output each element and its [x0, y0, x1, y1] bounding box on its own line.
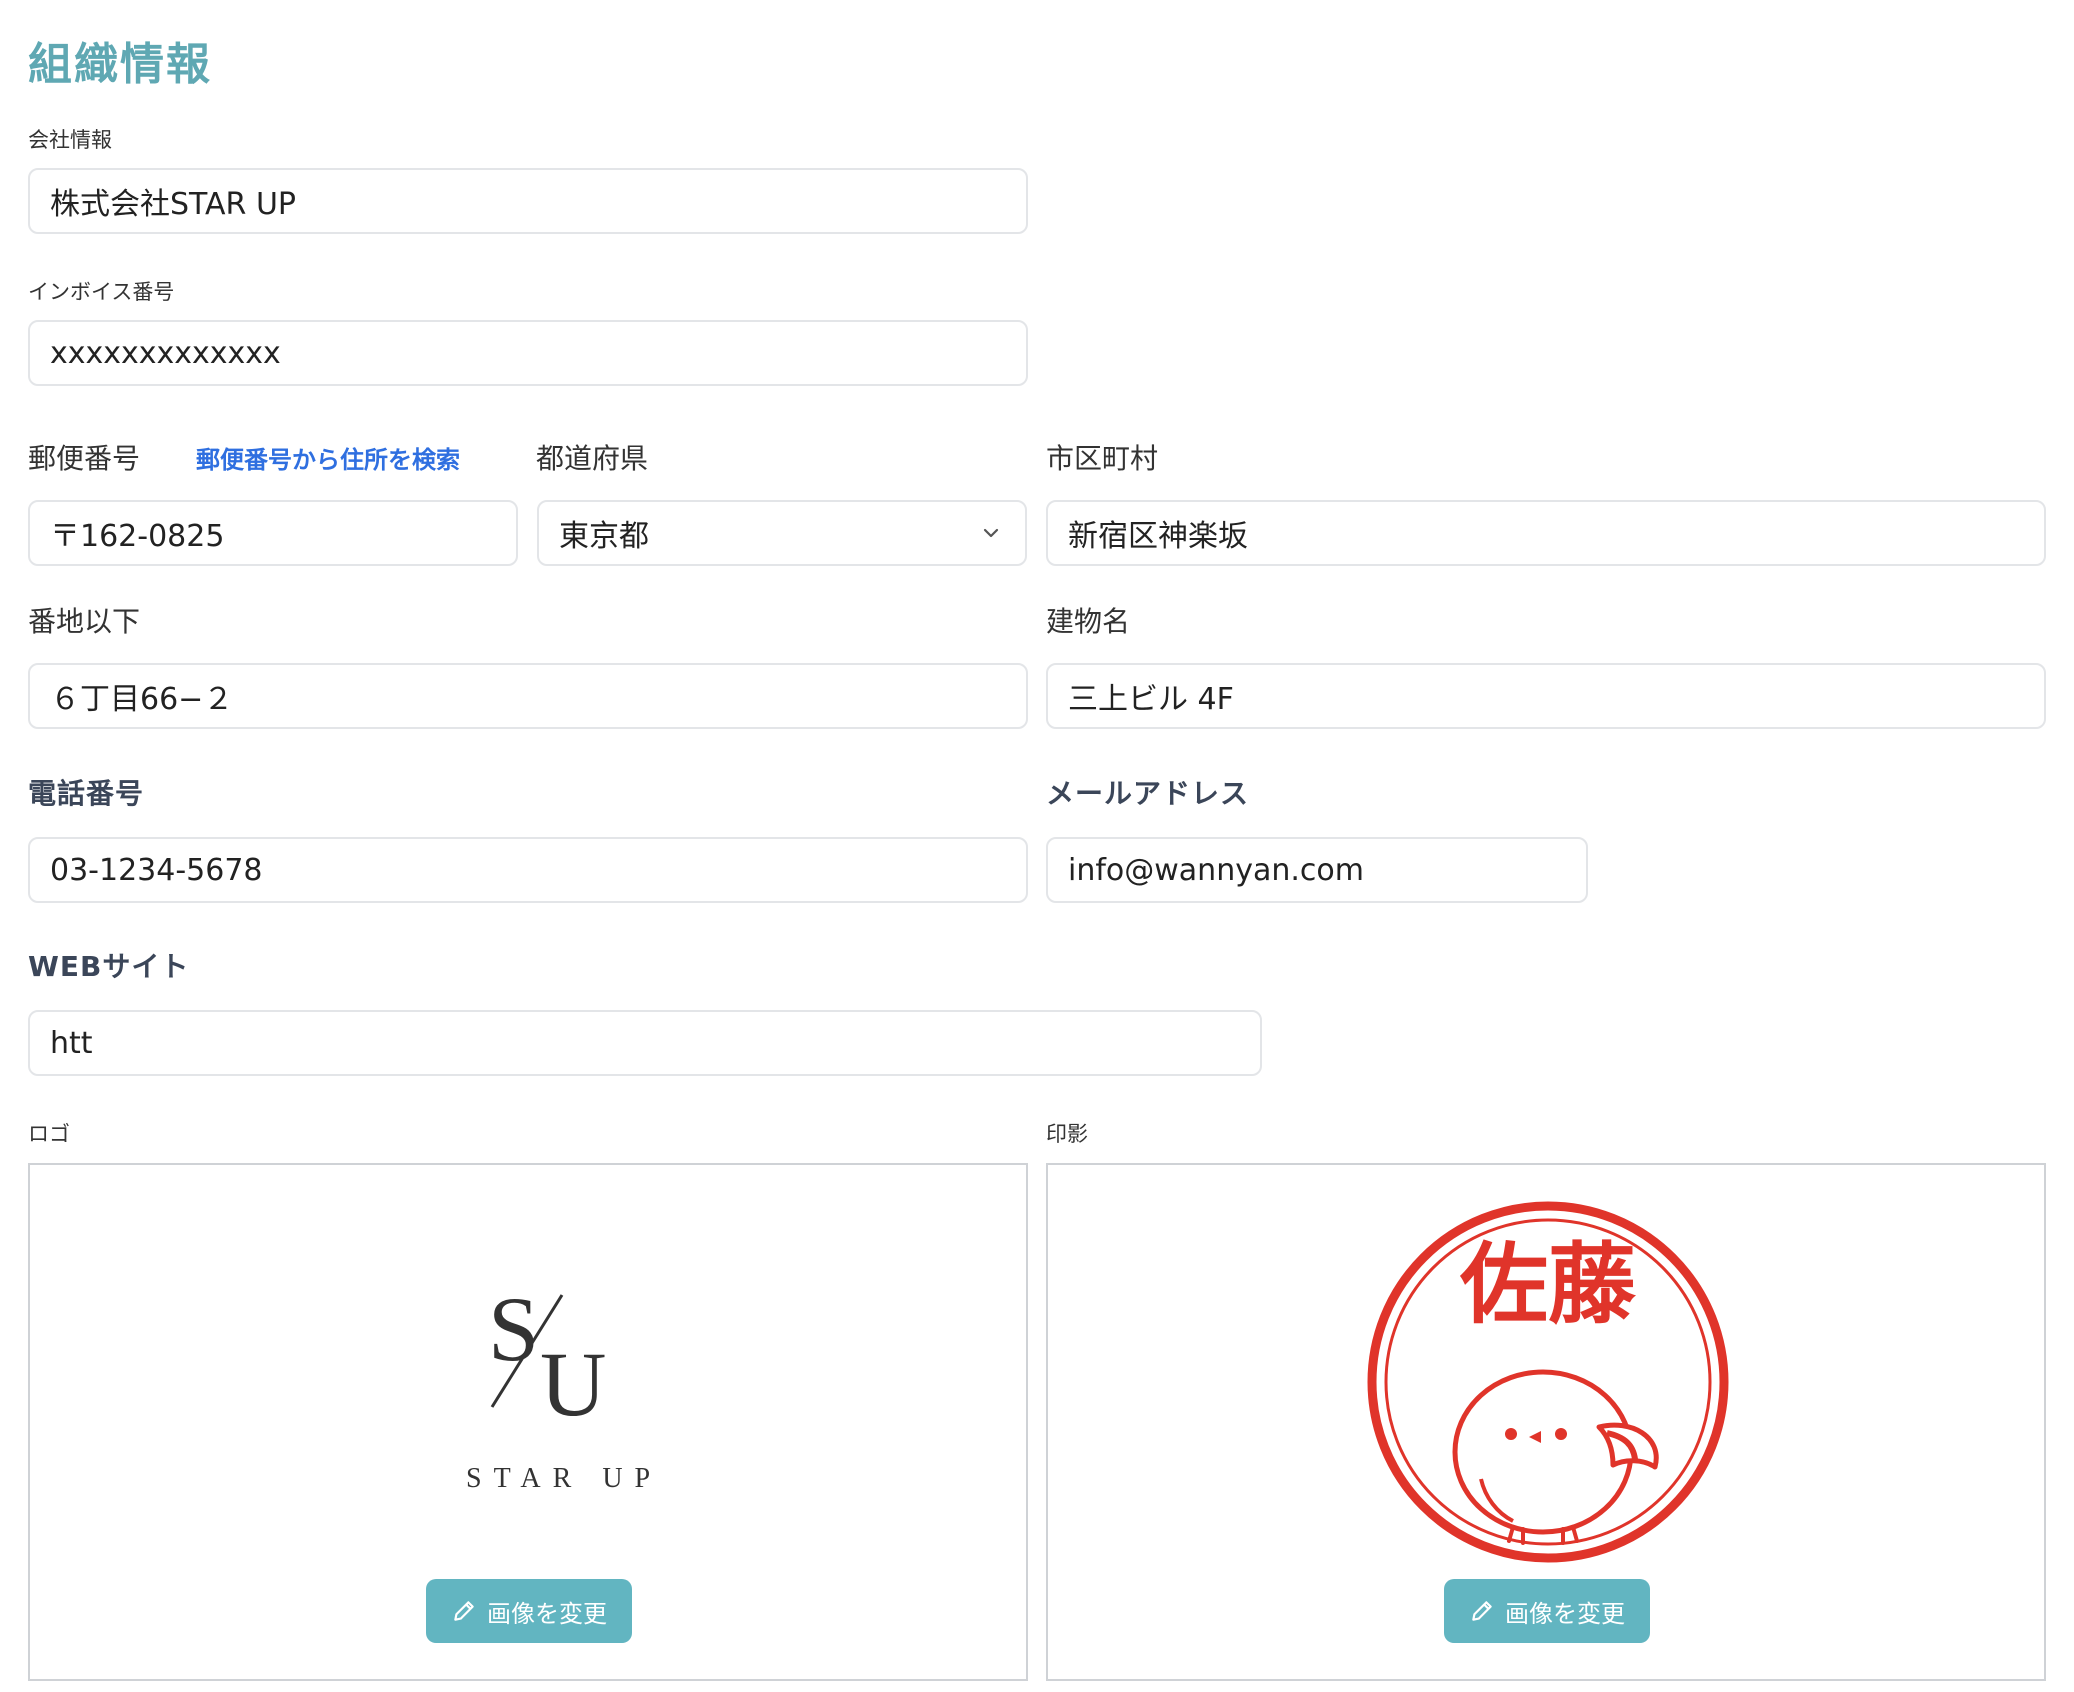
seal-text: 佐藤: [1459, 1232, 1636, 1336]
logo-monogram-u: U: [540, 1333, 606, 1435]
postal-input[interactable]: 〒162-0825: [28, 500, 518, 566]
building-input[interactable]: 三上ビル 4F: [1046, 663, 2046, 729]
street-input[interactable]: ６丁目66−２: [28, 663, 1028, 729]
seal-change-button[interactable]: 画像を変更: [1444, 1579, 1650, 1643]
chevron-down-icon: [983, 528, 999, 538]
invoice-input[interactable]: xxxxxxxxxxxxx: [28, 320, 1028, 386]
website-label: WEBサイト: [28, 950, 190, 983]
website-input[interactable]: htt: [28, 1010, 1262, 1076]
page-title: 組織情報: [28, 39, 212, 90]
address-lookup-link[interactable]: 郵便番号から住所を検索: [196, 440, 460, 475]
pencil-icon: [1472, 1601, 1492, 1621]
city-input[interactable]: 新宿区神楽坂: [1046, 500, 2046, 566]
logo-label: ロゴ: [28, 1122, 70, 1146]
phone-label: 電話番号: [28, 777, 145, 810]
email-label: メールアドレス: [1046, 777, 1250, 810]
seal-image-box: 佐藤 画像を変更: [1046, 1163, 2046, 1681]
invoice-label: インボイス番号: [28, 280, 175, 304]
phone-input[interactable]: 03-1234-5678: [28, 837, 1028, 903]
logo-image-box: S U STAR UP 画像を変更: [28, 1163, 1028, 1681]
prefecture-select[interactable]: 東京都: [537, 500, 1027, 566]
seal-image: 佐藤: [1367, 1201, 1729, 1563]
logo-change-button-label: 画像を変更: [487, 1599, 607, 1628]
street-label: 番地以下: [28, 605, 141, 638]
prefecture-value: 東京都: [559, 519, 649, 554]
pencil-icon: [454, 1601, 474, 1621]
prefecture-label: 都道府県: [536, 442, 649, 475]
seal-label: 印影: [1046, 1122, 1088, 1146]
logo-change-button[interactable]: 画像を変更: [426, 1579, 632, 1643]
logo-company-name: STAR UP: [466, 1463, 662, 1494]
company-input[interactable]: 株式会社STAR UP: [28, 168, 1028, 234]
logo-monogram-s: S: [488, 1278, 539, 1380]
city-label: 市区町村: [1046, 442, 1159, 475]
seal-change-button-label: 画像を変更: [1505, 1599, 1625, 1628]
postal-label: 郵便番号: [28, 442, 141, 475]
company-label: 会社情報: [28, 128, 112, 152]
building-label: 建物名: [1046, 605, 1131, 638]
email-input[interactable]: info@wannyan.com: [1046, 837, 1588, 903]
logo-image: S U STAR UP: [466, 1278, 662, 1494]
